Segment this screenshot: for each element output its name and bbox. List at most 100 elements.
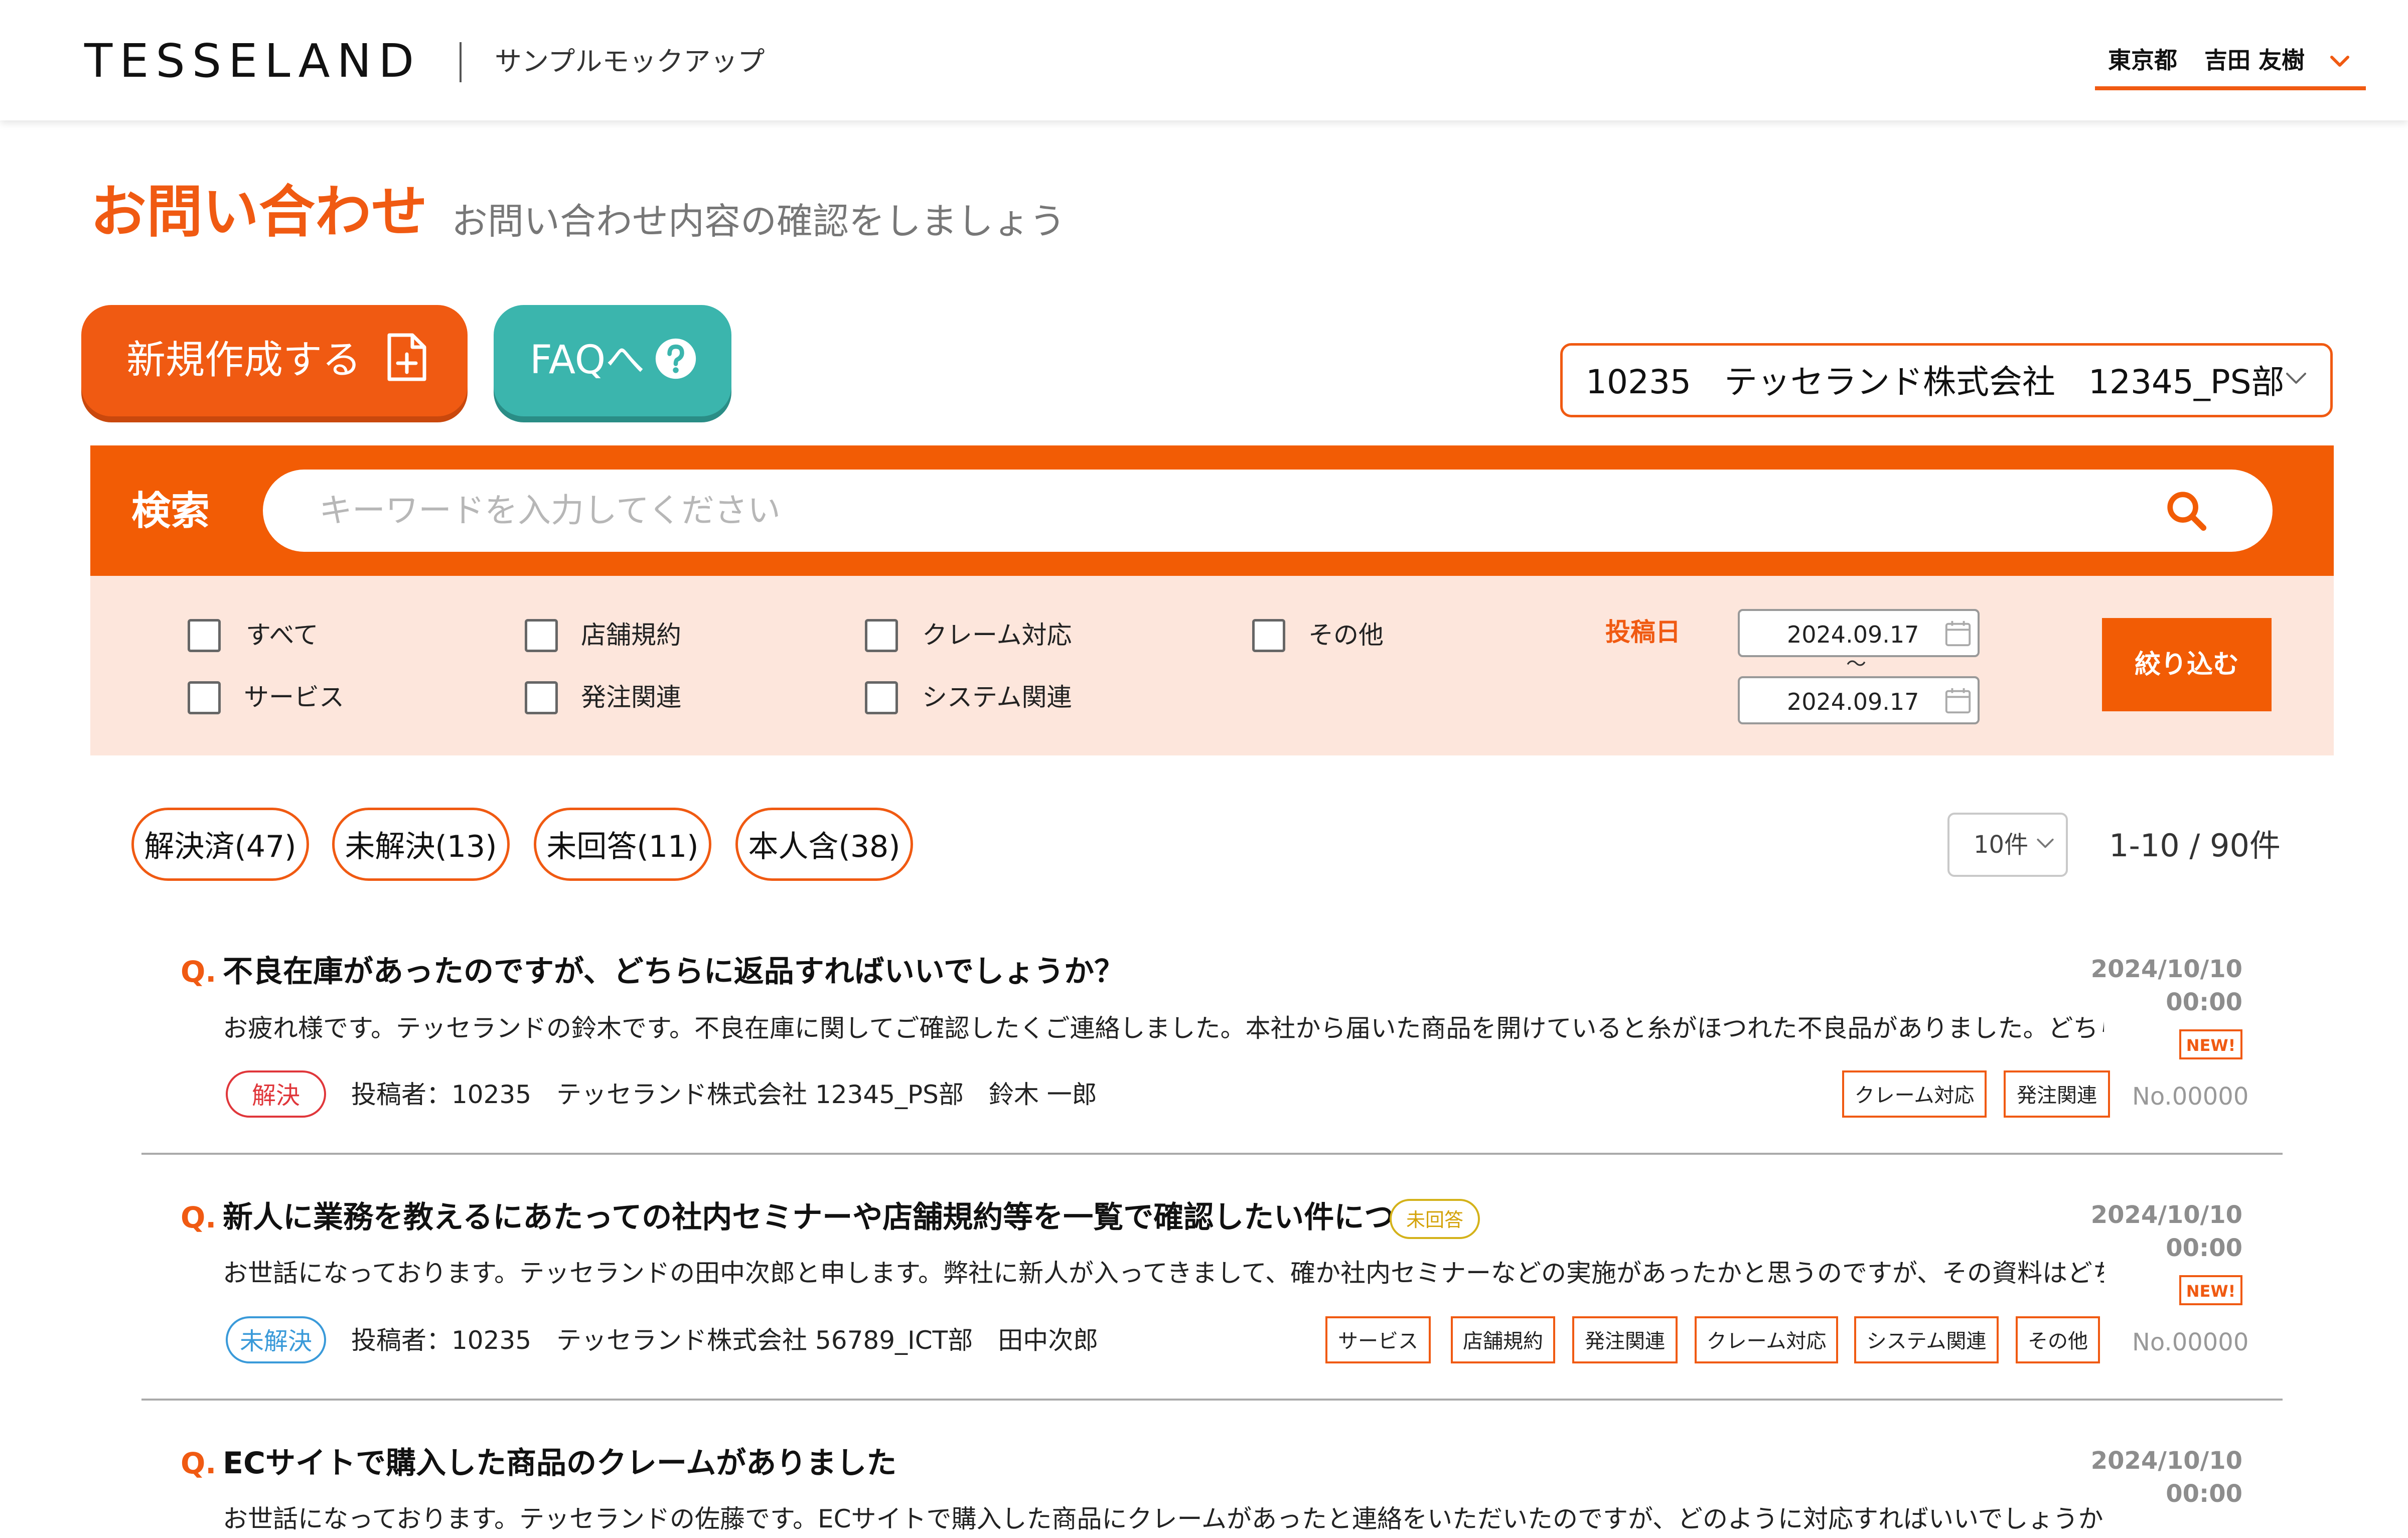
tag-label: 店舗規約 [1463,1330,1543,1353]
tag-label: 発注関連 [1585,1330,1665,1353]
unanswered-label: 未回答 [1406,1209,1463,1231]
category-tag[interactable]: 発注関連 [1572,1316,1678,1363]
checkbox-all[interactable] [188,619,221,652]
new-badge-label: NEW! [2186,1036,2236,1055]
poster-info: 投稿者：10235 テッセランド株式会社 56789_ICT部 田中次郎 [351,1326,1099,1355]
question-title[interactable]: ECサイトで購入した商品のクレームがありました [223,1446,896,1481]
search-label: 検索 [131,489,210,534]
date-to-value: 2024.09.17 [1787,688,1919,715]
site-subtitle: サンプルモックアップ [495,46,765,77]
calendar-icon[interactable] [1943,619,1973,648]
user-menu[interactable]: 東京都 吉田 友樹 [2095,45,2366,90]
checkbox-ordering[interactable] [525,681,558,714]
question-title[interactable]: 新人に業務を教えるにあたっての社内セミナーや店舗規約等を一覧で確認したい件につい… [223,1200,1453,1235]
poster-info: 投稿者：10235 テッセランド株式会社 12345_PS部 鈴木 一郎 [351,1080,1097,1109]
checkbox-label-ordering: 発注関連 [581,683,681,712]
user-prefecture: 東京都 [2108,47,2177,74]
list-divider [141,1153,2283,1155]
question-number: No.00000 [2132,1083,2249,1111]
checkbox-service[interactable] [188,681,221,714]
status-badge: 解決 [226,1070,326,1118]
new-inquiry-label: 新規作成する [126,338,362,383]
search-bar: 検索 キーワードを入力してください [90,445,2334,576]
tag-label: その他 [2028,1330,2088,1353]
question-mark: Q. [181,1200,217,1235]
status-badge: 未解決 [226,1316,326,1363]
date-from-input[interactable]: 2024.09.17 [1738,609,1980,657]
calendar-icon[interactable] [1943,686,1973,715]
logo-divider [460,42,462,82]
date-range-separator: ～ [1846,653,1866,676]
checkbox-label-system: システム関連 [922,683,1072,712]
question-date: 2024/10/10 [2090,1201,2242,1229]
chevron-down-icon [2330,56,2349,67]
tag-label: サービス [1338,1330,1418,1353]
checkbox-label-all: すべて [246,621,319,650]
tag-label: クレーム対応 [1854,1084,1975,1107]
user-name: 吉田 友樹 [2204,47,2305,74]
checkbox-label-other: その他 [1308,621,1384,650]
per-page-select[interactable]: 10件 [1947,813,2068,877]
chip-solved[interactable]: 解決済(47) [131,808,309,881]
checkbox-system[interactable] [865,681,898,714]
new-badge-label: NEW! [2186,1282,2236,1301]
page-subtitle: お問い合わせ内容の確認をしましょう [452,200,1066,242]
faq-label: FAQへ [530,338,645,383]
apply-filter-label: 絞り込む [2134,650,2239,680]
tag-label: クレーム対応 [1706,1330,1827,1353]
search-placeholder: キーワードを入力してください [319,491,781,530]
search-input[interactable]: キーワードを入力してください [263,470,2273,552]
question-circle-icon [655,338,696,379]
tag-label: 発注関連 [2017,1084,2097,1107]
apply-filter-button[interactable]: 絞り込む [2102,618,2272,711]
category-tag[interactable]: 発注関連 [2004,1070,2110,1118]
chevron-down-icon [2286,373,2306,384]
question-time: 00:00 [2166,988,2242,1016]
category-tag[interactable]: 店舗規約 [1451,1316,1555,1363]
post-date-label: 投稿日 [1605,618,1681,647]
new-inquiry-button[interactable]: 新規作成する [81,305,468,416]
question-excerpt: お疲れ様です。テッセランドの鈴木です。不良在庫に関してご確認したくご連絡しました… [223,1014,2104,1043]
logo[interactable]: TESSELAND [84,38,421,84]
search-icon[interactable] [2164,489,2208,533]
chip-label: 本人含(38) [748,829,900,864]
question-mark: Q. [181,1446,217,1480]
document-plus-icon [387,333,426,381]
question-date: 2024/10/10 [2090,955,2242,983]
chip-label: 未解決(13) [345,829,497,864]
checkbox-label-claims: クレーム対応 [922,621,1072,650]
faq-button[interactable]: FAQへ [494,305,731,416]
question-number: No.00000 [2132,1328,2249,1356]
date-from-value: 2024.09.17 [1787,621,1919,648]
checkbox-label-store-rules: 店舗規約 [581,621,681,650]
date-to-input[interactable]: 2024.09.17 [1738,676,1980,724]
chip-label: 解決済(47) [144,829,296,864]
checkbox-claims[interactable] [865,619,898,652]
category-tag[interactable]: クレーム対応 [1695,1316,1838,1363]
chevron-down-icon [2037,838,2054,848]
site-header: TESSELAND サンプルモックアップ 東京都 吉田 友樹 [0,0,2408,120]
list-divider [141,1399,2283,1401]
question-time: 00:00 [2166,1480,2242,1508]
question-title[interactable]: 不良在庫があったのですが、どちらに返品すればいいでしょうか？ [223,954,1124,989]
checkbox-store-rules[interactable] [525,619,558,652]
unanswered-badge: 未回答 [1390,1199,1480,1239]
question-excerpt: お世話になっております。テッセランドの佐藤です。ECサイトで購入した商品にクレー… [223,1504,2104,1533]
chip-unsolved[interactable]: 未解決(13) [332,808,510,881]
chip-mine[interactable]: 本人含(38) [735,808,913,881]
company-select[interactable]: 10235 テッセランド株式会社 12345_PS部 [1560,343,2333,417]
question-mark: Q. [181,955,217,989]
chip-label: 未回答(11) [546,829,699,864]
chip-unanswered[interactable]: 未回答(11) [534,808,711,881]
category-tag[interactable]: システム関連 [1854,1316,1999,1363]
checkbox-other[interactable] [1252,619,1285,652]
category-tag[interactable]: サービス [1325,1316,1431,1363]
tag-label: システム関連 [1866,1330,1987,1353]
page-title: お問い合わせ [90,180,427,245]
status-label: 解決 [251,1082,300,1110]
category-tag[interactable]: クレーム対応 [1842,1070,1987,1118]
result-count: 1-10 / 90件 [2109,827,2281,864]
category-tag[interactable]: その他 [2016,1316,2100,1363]
new-badge: NEW! [2179,1029,2242,1059]
question-date: 2024/10/10 [2090,1447,2242,1475]
